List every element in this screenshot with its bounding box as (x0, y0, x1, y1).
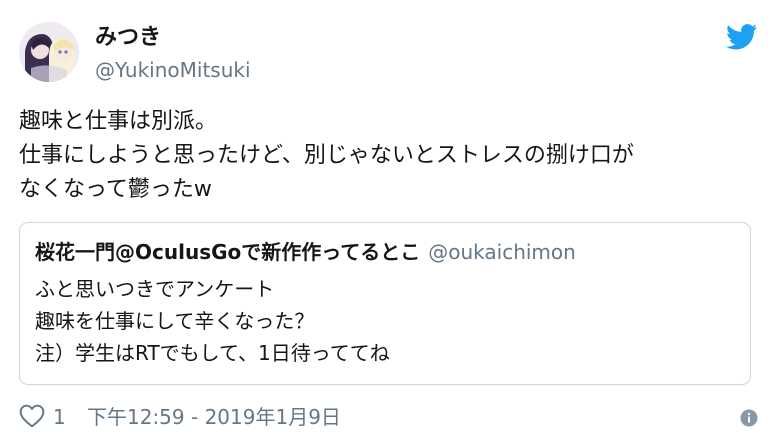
avatar[interactable] (19, 22, 79, 82)
like-count[interactable]: 1 (53, 403, 66, 431)
twitter-bird-icon[interactable] (726, 24, 758, 50)
display-name[interactable]: みつき (95, 23, 161, 53)
heart-icon[interactable] (19, 404, 45, 428)
quoted-tweet-header: 桜花一門@OculusGoで新作作ってるとこ @oukaichimon (35, 237, 576, 267)
quoted-display-name[interactable]: 桜花一門@OculusGoで新作作ってるとこ (35, 240, 420, 264)
tweet-text: 趣味と仕事は別派。 仕事にしようと思ったけど、別じゃないとストレスの捌け口が な… (19, 105, 759, 207)
quoted-tweet[interactable]: 桜花一門@OculusGoで新作作ってるとこ @oukaichimon ふと思いつ… (19, 222, 751, 385)
tweet-header: みつき @YukinoMitsuki (19, 18, 760, 84)
user-handle[interactable]: @YukinoMitsuki (95, 56, 251, 84)
tweet-text-line: 仕事にしようと思ったけど、別じゃないとストレスの捌け口が (19, 143, 634, 168)
quoted-text-line: 趣味を仕事にして辛くなった？ (35, 309, 315, 333)
info-icon[interactable] (740, 409, 758, 427)
quoted-user-handle[interactable]: @oukaichimon (428, 240, 576, 264)
tweet-text-line: なくなって鬱ったw (19, 177, 212, 202)
quoted-text-line: 注）学生はRTでもして、1日待っててね (35, 341, 390, 365)
tweet-text-line: 趣味と仕事は別派。 (19, 109, 218, 134)
timestamp-link[interactable]: 下午12:59 - 2019年1月9日 (87, 403, 341, 431)
avatar-illustration (19, 22, 79, 82)
tweet-footer: 1 下午12:59 - 2019年1月9日 (19, 401, 760, 433)
quoted-tweet-text: ふと思いつきでアンケート 趣味を仕事にして辛くなった？ 注）学生はRTでもして、… (35, 273, 390, 369)
quoted-text-line: ふと思いつきでアンケート (35, 277, 275, 301)
